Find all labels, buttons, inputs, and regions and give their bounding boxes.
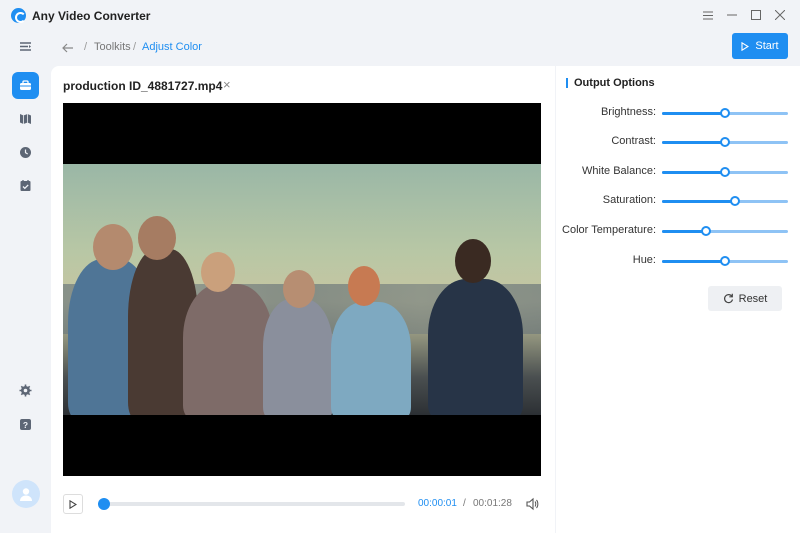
sidebar-item-map[interactable] [12,105,39,132]
person-head [201,252,235,292]
file-title: production ID_4881727.mp4 [63,79,223,93]
person-head [455,239,491,283]
option-slider[interactable] [662,137,788,147]
minimize-icon[interactable] [724,7,740,23]
slider-fill [662,141,725,144]
map-icon [20,114,31,124]
play-outline-icon [741,41,750,51]
slider-knob[interactable] [720,256,730,266]
option-slider[interactable] [662,226,788,236]
menu-icon[interactable] [700,7,716,23]
output-options-title: Output Options [574,77,655,89]
slider-knob[interactable] [720,137,730,147]
start-button[interactable]: Start [732,33,788,59]
slider-fill [662,171,725,174]
slider-fill [662,230,707,233]
person-silhouette [331,302,411,415]
task-check-icon [20,180,31,191]
toolbox-icon [20,80,31,90]
option-slider[interactable] [662,256,788,266]
clock-icon [20,147,31,158]
sidebar-item-history[interactable] [12,139,39,166]
sidebar: ? [0,32,51,533]
slider-knob[interactable] [730,196,741,206]
person-head [283,270,315,308]
breadcrumb-separator: / [84,41,88,53]
breadcrumb-toolkits[interactable]: Toolkits [94,41,131,53]
start-button-label: Start [755,40,779,52]
person-silhouette [263,299,333,415]
settings-icon [19,384,32,397]
option-label: Contrast: [611,135,656,147]
video-frame [63,164,541,415]
collapse-menu-icon[interactable] [12,33,39,60]
option-label: Color Temperature: [562,224,656,236]
app-logo-icon [11,8,26,23]
user-avatar-icon[interactable] [12,480,40,508]
play-button[interactable] [63,494,83,514]
video-preview[interactable] [63,103,541,476]
title-bar: Any Video Converter [0,0,800,32]
slider-fill [662,260,725,263]
option-slider[interactable] [662,196,788,206]
person-silhouette [183,284,273,415]
breadcrumb-separator: / [133,41,137,53]
person-head [93,224,133,270]
person-silhouette [428,279,523,415]
output-options-panel: Output Options Brightness: Contrast: White… [556,66,800,533]
slider-fill [662,200,736,203]
option-label: White Balance: [582,165,656,177]
svg-text:?: ? [23,420,28,430]
person-head [348,266,380,306]
reset-button-label: Reset [738,292,768,305]
slider-knob[interactable] [720,167,730,177]
volume-icon[interactable] [525,497,539,511]
back-arrow-icon[interactable] [62,40,74,56]
person-head [138,216,176,260]
slider-fill [662,112,725,115]
total-time: 00:01:28 [473,498,512,509]
slider-knob[interactable] [720,108,730,118]
player-controls: 00:00:01 / 00:01:28 [63,494,541,514]
section-accent-bar [566,78,568,88]
reset-icon [723,293,733,304]
sidebar-item-tasks[interactable] [12,172,39,199]
option-label: Brightness: [600,106,656,118]
option-label: Hue: [632,254,656,266]
sidebar-item-settings[interactable] [12,377,39,404]
slider-knob[interactable] [701,226,712,236]
option-label: Saturation: [602,194,656,206]
reset-button[interactable]: Reset [708,286,782,311]
seek-knob[interactable] [98,498,111,510]
header: / Toolkits / Adjust Color Start [51,32,800,66]
app-title: Any Video Converter [32,9,151,23]
seek-bar[interactable] [98,498,405,510]
current-time: 00:00:01 [418,498,457,509]
help-icon: ? [20,419,31,430]
close-file-icon[interactable]: × [223,77,231,92]
option-slider[interactable] [662,108,788,118]
video-panel: production ID_4881727.mp4 × 00:00:01 / 0… [51,66,555,533]
sidebar-item-toolbox[interactable] [12,72,39,99]
play-icon [69,499,77,509]
sidebar-item-help[interactable]: ? [12,411,39,438]
breadcrumb-current: Adjust Color [142,41,202,53]
time-separator: / [463,498,466,509]
maximize-icon[interactable] [748,7,764,23]
close-icon[interactable] [772,7,788,23]
option-slider[interactable] [662,167,788,177]
